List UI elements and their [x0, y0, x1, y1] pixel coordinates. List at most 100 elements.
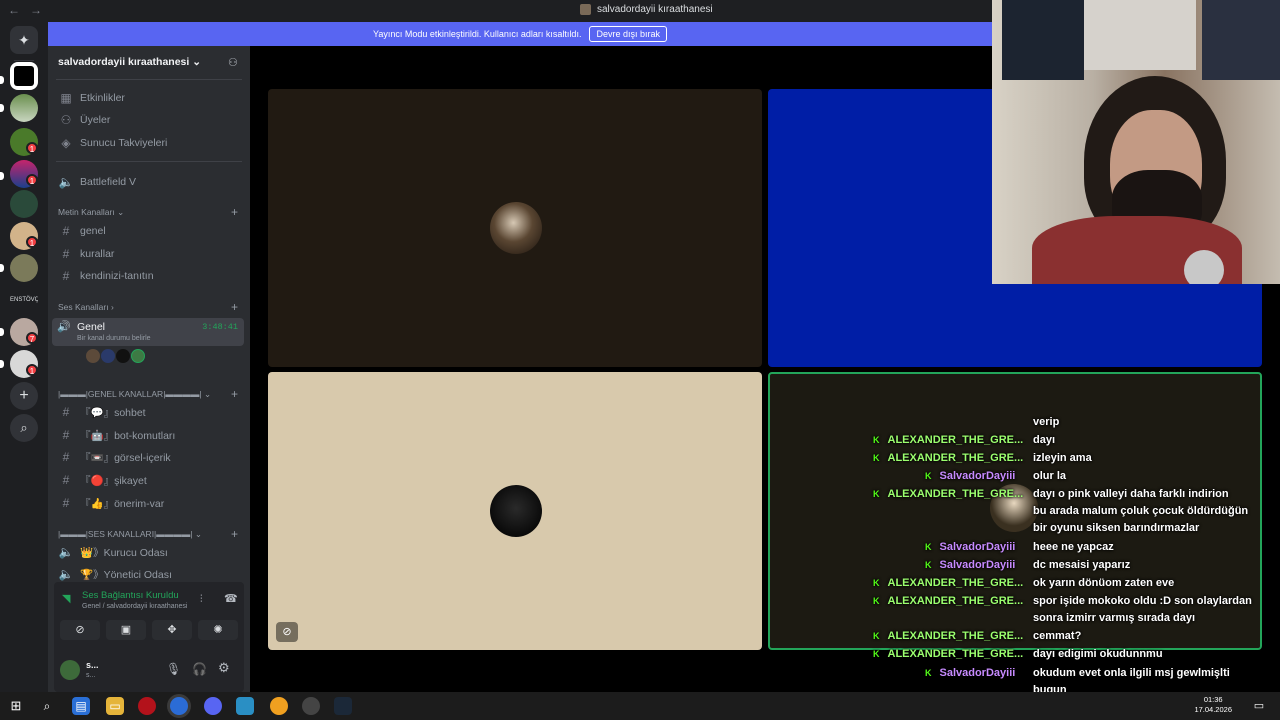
settings-gear-icon[interactable]: ⚙ — [218, 660, 230, 676]
username[interactable]: s... — [86, 660, 99, 670]
category-label: |▬▬▬|SES KANALLARI|▬▬▬▬| — [58, 529, 193, 539]
category-label: Metin Kanalları — [58, 207, 115, 217]
steam-icon[interactable] — [334, 697, 352, 715]
voice-channel-battlefield[interactable]: 🔈 Battlefield V — [56, 172, 244, 192]
activities-button[interactable]: ✥ — [152, 620, 192, 640]
hashtag-icon: # — [62, 450, 70, 464]
soundboard-button[interactable]: ✺ — [198, 620, 238, 640]
signal-icon[interactable]: ◥ — [62, 592, 70, 605]
chevron-down-icon: ⌄ — [117, 207, 125, 217]
windows-start-icon[interactable]: ⊞ — [7, 697, 25, 715]
category-voice-channels[interactable]: Ses Kanalları › + — [58, 300, 242, 314]
forward-icon[interactable]: → — [30, 3, 52, 17]
voice-channel-kurucu[interactable]: 🔈 👑》Kurucu Odası — [56, 542, 244, 562]
app-icon[interactable] — [236, 697, 254, 715]
category-label: |▬▬▬|GENEL KANALLAR|▬▬▬▬| — [58, 389, 202, 399]
add-channel-icon[interactable]: + — [231, 527, 238, 541]
voice-location[interactable]: Genel / salvadordayii kıraathanesi — [82, 603, 187, 610]
store-icon[interactable]: ▤ — [72, 697, 90, 715]
participant-tile[interactable] — [268, 89, 762, 367]
app-icon[interactable] — [138, 697, 156, 715]
voice-participants — [86, 349, 145, 363]
server-name[interactable]: salvadordayii kıraathanesi — [58, 56, 189, 68]
window-title-text: salvadordayii kıraathanesi — [597, 4, 713, 15]
camera-toggle-button[interactable]: ⊘ — [60, 620, 100, 640]
unread-pill — [0, 104, 4, 112]
back-icon[interactable]: ← — [8, 3, 30, 17]
screen-share-button[interactable]: ▣ — [106, 620, 146, 640]
server-icon[interactable] — [10, 94, 38, 122]
sidebar-item-members[interactable]: ⚇ Üyeler — [56, 110, 244, 130]
channel-name: 👑》Kurucu Odası — [80, 546, 168, 559]
avatar[interactable] — [60, 660, 80, 680]
user-status: s... — [86, 672, 96, 679]
channel-bot-komutlari[interactable]: # 『🤖』bot-komutları — [56, 425, 244, 445]
voice-channel-yonetici[interactable]: 🔈 🏆》Yönetici Odası — [56, 564, 244, 584]
headphones-icon[interactable]: 🎧 — [192, 662, 207, 676]
soundboard-icon: ✺ — [213, 624, 223, 636]
poster — [1084, 0, 1196, 70]
notification-badge: 7 — [26, 332, 38, 344]
speaker-icon: 🔈 — [58, 567, 74, 581]
avatar — [490, 485, 542, 537]
notification-icon[interactable]: ▭ — [1250, 697, 1268, 715]
sidebar-item-boosts[interactable]: ◈ Sunucu Takviyeleri — [56, 133, 244, 153]
participant-tile[interactable]: ⊘ — [268, 372, 762, 650]
category-text-channels[interactable]: Metin Kanalları ⌄ + — [58, 205, 242, 219]
server-icon[interactable] — [10, 62, 38, 90]
channel-status[interactable]: Bir kanal durumu belirle — [77, 335, 151, 342]
category-ses-kanallari[interactable]: |▬▬▬|SES KANALLARI|▬▬▬▬| ⌄ + — [58, 527, 242, 541]
divider — [56, 161, 242, 162]
server-name-header[interactable]: salvadordayii kıraathanesi ⌄ — [58, 56, 201, 68]
channel-onerim-var[interactable]: # 『👍』önerim-var — [56, 493, 244, 513]
explore-icon[interactable]: ⌕ — [10, 414, 38, 442]
hashtag-icon: # — [62, 247, 70, 261]
add-server-icon[interactable]: + — [10, 382, 38, 410]
channel-kendinizi-tanitin[interactable]: # kendinizi-tanıtın — [56, 266, 244, 286]
channel-kurallar[interactable]: # kurallar — [56, 244, 244, 264]
obs-icon[interactable] — [302, 697, 320, 715]
avatar[interactable] — [131, 349, 145, 363]
notification-badge: 1 — [26, 174, 38, 186]
server-icon[interactable] — [10, 190, 38, 218]
camera-off-icon[interactable]: ⊘ — [276, 622, 298, 642]
channel-sikayet[interactable]: # 『🔴』şikayet — [56, 470, 244, 490]
folder-icon[interactable]: ▭ — [106, 697, 124, 715]
notification-badge: 1 — [26, 142, 38, 154]
noise-suppression-icon[interactable]: ⫶ — [200, 594, 203, 605]
search-icon[interactable]: ⌕ — [38, 697, 56, 715]
divider — [56, 79, 242, 80]
taskbar-clock[interactable]: 01:36 17.04.2026 — [1194, 695, 1232, 715]
disconnect-icon[interactable]: ☎ — [224, 592, 238, 605]
activities-icon: ✥ — [167, 624, 177, 636]
voice-status[interactable]: Ses Bağlantısı Kuruldu — [82, 590, 179, 601]
chrome-icon[interactable] — [270, 697, 288, 715]
add-channel-icon[interactable]: + — [231, 387, 238, 401]
discord-icon[interactable] — [204, 697, 222, 715]
browser-icon[interactable] — [170, 697, 188, 715]
add-channel-icon[interactable]: + — [231, 205, 238, 219]
avatar[interactable] — [101, 349, 115, 363]
add-channel-icon[interactable]: + — [231, 300, 238, 314]
add-member-icon[interactable]: ⚇ — [228, 56, 238, 69]
channel-sohbet[interactable]: # 『💬』sohbet — [56, 402, 244, 422]
discord-home-icon[interactable]: ✦ — [10, 26, 38, 54]
avatar[interactable] — [116, 349, 130, 363]
unread-pill — [0, 360, 4, 368]
unread-pill — [0, 328, 4, 336]
nav-arrows[interactable]: ←→ — [8, 3, 52, 17]
category-genel-kanallar[interactable]: |▬▬▬|GENEL KANALLAR|▬▬▬▬| ⌄ + — [58, 387, 242, 401]
server-icon[interactable] — [10, 254, 38, 282]
channel-gorsel-icerik[interactable]: # 『📼』görsel-içerik — [56, 447, 244, 467]
voice-channel-genel[interactable]: 🔊 Genel Bir kanal durumu belirle 3:48:41 — [52, 318, 244, 346]
sidebar-item-events[interactable]: ▦ Etkinlikler — [56, 88, 244, 108]
server-icon[interactable]: ENSTÖVÇ — [10, 286, 38, 314]
window-title: salvadordayii kıraathanesi — [580, 4, 713, 15]
microphone-icon[interactable]: 🎙 — [166, 662, 181, 676]
participant-tile-speaking[interactable] — [768, 372, 1262, 650]
channel-name: kurallar — [80, 248, 115, 260]
channel-genel[interactable]: # genel — [56, 221, 244, 241]
streamer-mode-banner: Yayıncı Modu etkinleştirildi. Kullanıcı … — [48, 22, 992, 46]
disable-streamer-mode-button[interactable]: Devre dışı bırak — [589, 26, 667, 42]
avatar[interactable] — [86, 349, 100, 363]
